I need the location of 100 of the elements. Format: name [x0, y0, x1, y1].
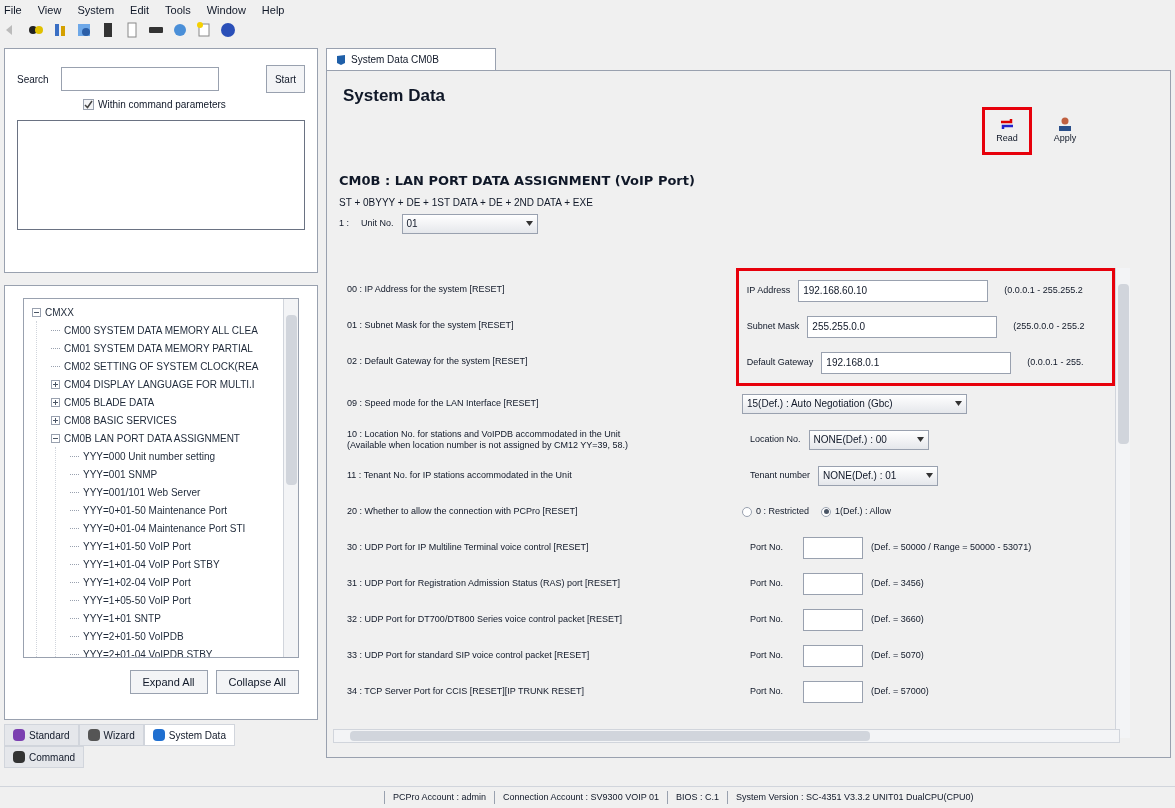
field-label: Tenant number: [750, 468, 811, 482]
tree-item[interactable]: CM00 SYSTEM DATA MEMORY ALL CLEA: [64, 322, 258, 338]
range-hint: (0.0.0.1 - 255.255.2: [1004, 283, 1083, 297]
collapse-icon[interactable]: [32, 307, 41, 317]
menu-item[interactable]: View: [37, 1, 62, 19]
field-label: Default Gateway: [746, 355, 814, 369]
port-field[interactable]: [803, 644, 863, 667]
field-label: IP Address: [746, 283, 791, 297]
field-label: Location No.: [750, 432, 801, 446]
read-button[interactable]: Read: [982, 107, 1032, 155]
mode-tab[interactable]: Command: [4, 746, 85, 768]
radio-label: 0 : Restricted: [756, 504, 810, 518]
tree-item[interactable]: CM01 SYSTEM DATA MEMORY PARTIAL: [64, 340, 253, 356]
shield-icon: [335, 53, 347, 66]
radio-button[interactable]: [821, 506, 832, 517]
expand-all-button[interactable]: Expand All: [129, 670, 208, 694]
setting-description: 00 : IP Address for the system [RESET]: [347, 282, 505, 296]
menu-item[interactable]: Edit: [130, 1, 150, 19]
menu-item[interactable]: Window: [206, 1, 246, 19]
caret-icon: [916, 437, 924, 442]
tab-icon: [13, 729, 25, 741]
port-field[interactable]: [803, 536, 863, 559]
tree-item[interactable]: YYY=0+01-04 Maintenance Port STI: [83, 520, 246, 536]
start-button[interactable]: Start: [265, 65, 305, 93]
checkbox[interactable]: [83, 99, 94, 110]
tree-item[interactable]: CM08 BASIC SERVICES: [64, 412, 177, 428]
default-hint: (Def. = 3660): [871, 612, 924, 626]
tree-item[interactable]: CMXX: [45, 304, 74, 320]
tree-item[interactable]: CM02 SETTING OF SYSTEM CLOCK(REA: [64, 358, 259, 374]
dropdown[interactable]: NONE(Def.) : 01: [818, 465, 939, 486]
tree-item[interactable]: YYY=1+01 SNTP: [83, 610, 161, 626]
port-field[interactable]: [803, 608, 863, 631]
setting-description: 01 : Subnet Mask for the system [RESET]: [347, 318, 514, 332]
dropdown[interactable]: 01: [401, 213, 538, 234]
status-item: Connection Account : SV9300 VOIP 01: [494, 790, 667, 805]
default-hint: (Def. = 50000 / Range = 50000 - 53071): [871, 540, 1032, 554]
default-hint: (Def. = 3456): [871, 576, 924, 590]
collapse-icon[interactable]: [51, 433, 60, 443]
tree-item[interactable]: YYY=001 SNMP: [83, 466, 158, 482]
mode-tab[interactable]: Standard: [4, 724, 79, 746]
item-index: 1 :: [339, 216, 349, 230]
page-title: System Data: [343, 85, 446, 107]
port-field[interactable]: [803, 680, 863, 703]
radio-button[interactable]: [742, 506, 752, 517]
setting-description: 30 : UDP Port for IP Multiline Terminal voice control [RESET]: [347, 542, 590, 553]
tree-item[interactable]: YYY=1+02-04 VoIP Port: [83, 574, 191, 590]
new-file-icon[interactable]: [196, 22, 212, 38]
collapse-all-button[interactable]: Collapse All: [215, 670, 299, 694]
menu-item[interactable]: File: [4, 1, 22, 19]
scrollbar[interactable]: [283, 299, 298, 657]
search-field[interactable]: [60, 67, 219, 91]
address-field[interactable]: 192.168.60.10: [798, 279, 989, 302]
setting-description: 33 : UDP Port for standard SIP voice control packet [RESET]: [347, 650, 591, 661]
setting-description: 31 : UDP Port for Registration Admission Status (RAS) port [RESET]: [347, 578, 621, 589]
menu-item[interactable]: Help: [261, 1, 285, 19]
tree-item[interactable]: YYY=2+01-04 VoIPDB STBY: [83, 646, 213, 657]
menu-item[interactable]: System: [77, 1, 115, 19]
tab-icon: [13, 751, 25, 763]
dropdown[interactable]: 15(Def.) : Auto Negotiation (Gbc): [742, 393, 967, 414]
dropdown[interactable]: NONE(Def.) : 00: [808, 429, 929, 450]
tree-item[interactable]: YYY=0+01-50 Maintenance Port: [83, 502, 227, 518]
tree-item[interactable]: YYY=2+01-50 VoIPDB: [83, 628, 184, 644]
setting-description: 34 : TCP Server Port for CCIS [RESET][IP TRUNK RESET]: [347, 686, 585, 697]
radio-label: 1(Def.) : Allow: [835, 504, 892, 518]
tree-item[interactable]: YYY=000 Unit number setting: [83, 448, 216, 464]
tree-item[interactable]: YYY=1+01-50 VoIP Port: [83, 538, 191, 554]
tab-icon: [87, 729, 100, 741]
setting-description: 09 : Speed mode for the LAN Interface [RESET]: [347, 398, 540, 409]
caret-icon: [955, 401, 962, 406]
scrollbar[interactable]: [333, 729, 1120, 743]
mode-tab[interactable]: System Data: [143, 724, 235, 746]
status-item: BIOS : C.1: [667, 790, 727, 805]
field-label: Port No.: [750, 648, 783, 662]
apply-button[interactable]: Apply: [1040, 107, 1090, 155]
tree-item[interactable]: YYY=1+01-04 VoIP Port STBY: [83, 556, 220, 572]
tree-item[interactable]: CM05 BLADE DATA: [64, 394, 155, 410]
menu-item[interactable]: Tools: [165, 1, 191, 19]
expand-icon[interactable]: [51, 415, 60, 425]
setting-description: 20 : Whether to allow the connection with PCPro [RESET]: [347, 506, 579, 517]
tree-item[interactable]: CM0B LAN PORT DATA ASSIGNMENT: [64, 430, 240, 446]
tree-item[interactable]: YYY=001/101 Web Server: [83, 484, 201, 500]
tab-icon: [152, 729, 165, 741]
mode-tab[interactable]: Wizard: [78, 724, 144, 746]
tree-item[interactable]: YYY=1+05-50 VoIP Port: [83, 592, 191, 608]
address-field[interactable]: 255.255.0.0: [807, 315, 998, 338]
default-hint: (Def. = 5070): [871, 648, 924, 662]
expand-icon[interactable]: [51, 397, 60, 407]
port-field[interactable]: [803, 572, 863, 595]
address-field[interactable]: 192.168.0.1: [821, 351, 1012, 374]
scrollbar[interactable]: [1115, 267, 1130, 738]
setting-description: 02 : Default Gateway for the system [RESET]: [347, 354, 528, 368]
caret-icon: [926, 473, 934, 478]
command-format: ST + 0BYYY + DE + 1ST DATA + DE + 2ND DATA + EXE: [339, 195, 594, 210]
status-item: System Version : SC-4351 V3.3.2 UNIT01 DualCPU(CPU0): [727, 790, 982, 805]
tree-item[interactable]: CM04 DISPLAY LANGUAGE FOR MULTI.I: [64, 376, 255, 392]
default-hint: (Def. = 57000): [871, 684, 929, 698]
expand-icon[interactable]: [51, 379, 60, 389]
document-tab[interactable]: System Data CM0B: [326, 48, 496, 70]
document-icon[interactable]: [124, 22, 140, 38]
unit-label: Unit No.: [361, 216, 394, 230]
